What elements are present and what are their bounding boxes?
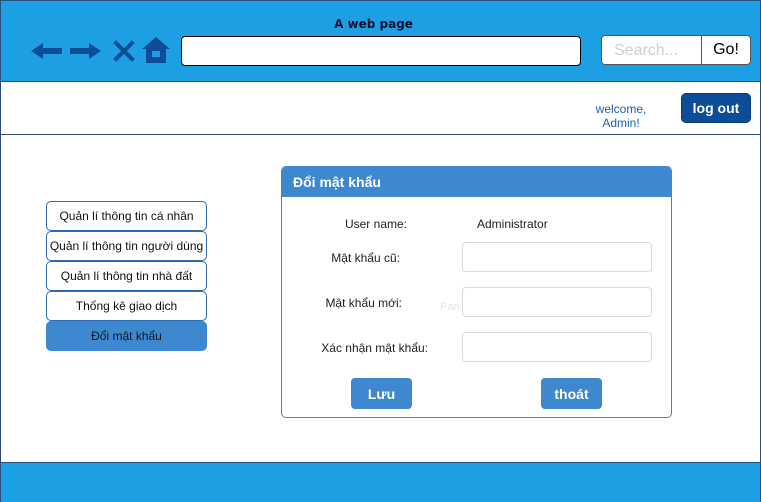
panel-title: Đổi mật khẩu: [282, 167, 671, 197]
change-password-panel: Đổi mật khẩu User name: Administrator Mậ…: [281, 166, 672, 418]
ghost-text: Pan: [440, 301, 460, 313]
confirm-password-input[interactable]: [462, 332, 652, 362]
new-password-input[interactable]: [462, 287, 652, 317]
welcome-line: welcome,: [595, 102, 647, 116]
sidebar-item-transaction-stats[interactable]: Thống kê giao dịch: [46, 291, 207, 321]
sidebar-item-property-management[interactable]: Quản lí thông tin nhà đất: [46, 261, 207, 291]
sidebar-item-change-password[interactable]: Đổi mật khẩu: [46, 321, 207, 351]
address-bar[interactable]: [181, 36, 581, 66]
username-label: User name:: [344, 217, 407, 231]
confirm-password-label: Xác nhận mật khẩu:: [321, 341, 428, 355]
app-header: welcome, Admin! log out: [1, 82, 760, 135]
home-icon[interactable]: [141, 36, 171, 64]
forward-arrow-icon[interactable]: [70, 37, 102, 65]
back-arrow-icon[interactable]: [31, 37, 63, 65]
old-password-input[interactable]: [462, 242, 652, 272]
browser-window-title: A web page: [334, 17, 413, 31]
close-icon[interactable]: [113, 37, 135, 65]
username-value: Administrator: [477, 217, 548, 231]
go-button[interactable]: Go!: [701, 35, 751, 65]
save-button[interactable]: Lưu: [351, 378, 412, 409]
welcome-username: Admin!: [602, 116, 640, 130]
sidebar-item-user-management[interactable]: Quản lí thông tin người dùng: [46, 231, 207, 261]
page-frame: A web page Search... Go! welcome, Admin!…: [0, 0, 761, 502]
browser-toolbar: A web page Search... Go!: [1, 1, 760, 82]
sidebar-item-personal-info[interactable]: Quản lí thông tin cá nhân: [46, 201, 207, 231]
old-password-label: Mật khẩu cũ:: [331, 251, 400, 265]
search-input[interactable]: Search...: [601, 35, 701, 65]
logout-button[interactable]: log out: [681, 93, 751, 123]
new-password-label: Mật khẩu mới:: [325, 296, 402, 310]
footer-bar: [1, 462, 760, 502]
exit-button[interactable]: thoát: [541, 378, 602, 409]
welcome-message: welcome, Admin!: [581, 102, 661, 130]
